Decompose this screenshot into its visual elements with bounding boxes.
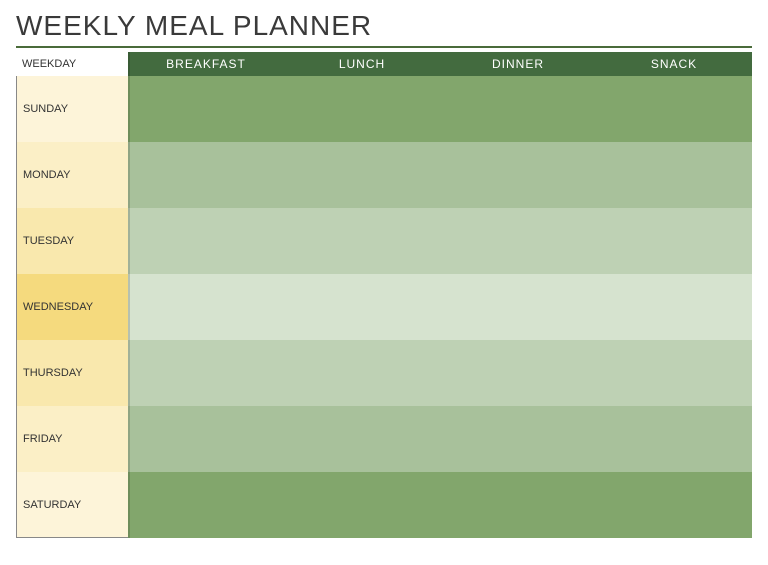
cell-wednesday-dinner[interactable] xyxy=(440,274,596,340)
cell-sunday-dinner[interactable] xyxy=(440,76,596,142)
header-meal-breakfast: BREAKFAST xyxy=(128,52,284,76)
day-label-friday: FRIDAY xyxy=(16,406,128,472)
day-label-monday: MONDAY xyxy=(16,142,128,208)
header-meal-snack: SNACK xyxy=(596,52,752,76)
day-label-wednesday: WEDNESDAY xyxy=(16,274,128,340)
cell-saturday-dinner[interactable] xyxy=(440,472,596,538)
day-label-thursday: THURSDAY xyxy=(16,340,128,406)
cell-wednesday-lunch[interactable] xyxy=(284,274,440,340)
cell-sunday-lunch[interactable] xyxy=(284,76,440,142)
cell-thursday-snack[interactable] xyxy=(596,340,752,406)
day-label-sunday: SUNDAY xyxy=(16,76,128,142)
cell-sunday-snack[interactable] xyxy=(596,76,752,142)
cell-tuesday-lunch[interactable] xyxy=(284,208,440,274)
day-label-saturday: SATURDAY xyxy=(16,472,128,538)
header-meal-lunch: LUNCH xyxy=(284,52,440,76)
cell-tuesday-breakfast[interactable] xyxy=(128,208,284,274)
cell-friday-lunch[interactable] xyxy=(284,406,440,472)
cell-thursday-breakfast[interactable] xyxy=(128,340,284,406)
cell-saturday-snack[interactable] xyxy=(596,472,752,538)
cell-friday-snack[interactable] xyxy=(596,406,752,472)
cell-saturday-breakfast[interactable] xyxy=(128,472,284,538)
page-title: WEEKLY MEAL PLANNER xyxy=(16,10,752,48)
cell-tuesday-dinner[interactable] xyxy=(440,208,596,274)
meal-planner-grid: WEEKDAY BREAKFAST LUNCH DINNER SNACK SUN… xyxy=(16,52,752,538)
cell-friday-breakfast[interactable] xyxy=(128,406,284,472)
day-label-tuesday: TUESDAY xyxy=(16,208,128,274)
cell-monday-lunch[interactable] xyxy=(284,142,440,208)
cell-tuesday-snack[interactable] xyxy=(596,208,752,274)
header-weekday: WEEKDAY xyxy=(16,52,128,76)
header-meal-dinner: DINNER xyxy=(440,52,596,76)
cell-saturday-lunch[interactable] xyxy=(284,472,440,538)
cell-friday-dinner[interactable] xyxy=(440,406,596,472)
cell-monday-snack[interactable] xyxy=(596,142,752,208)
cell-sunday-breakfast[interactable] xyxy=(128,76,284,142)
cell-wednesday-snack[interactable] xyxy=(596,274,752,340)
cell-thursday-lunch[interactable] xyxy=(284,340,440,406)
cell-wednesday-breakfast[interactable] xyxy=(128,274,284,340)
cell-thursday-dinner[interactable] xyxy=(440,340,596,406)
cell-monday-breakfast[interactable] xyxy=(128,142,284,208)
cell-monday-dinner[interactable] xyxy=(440,142,596,208)
